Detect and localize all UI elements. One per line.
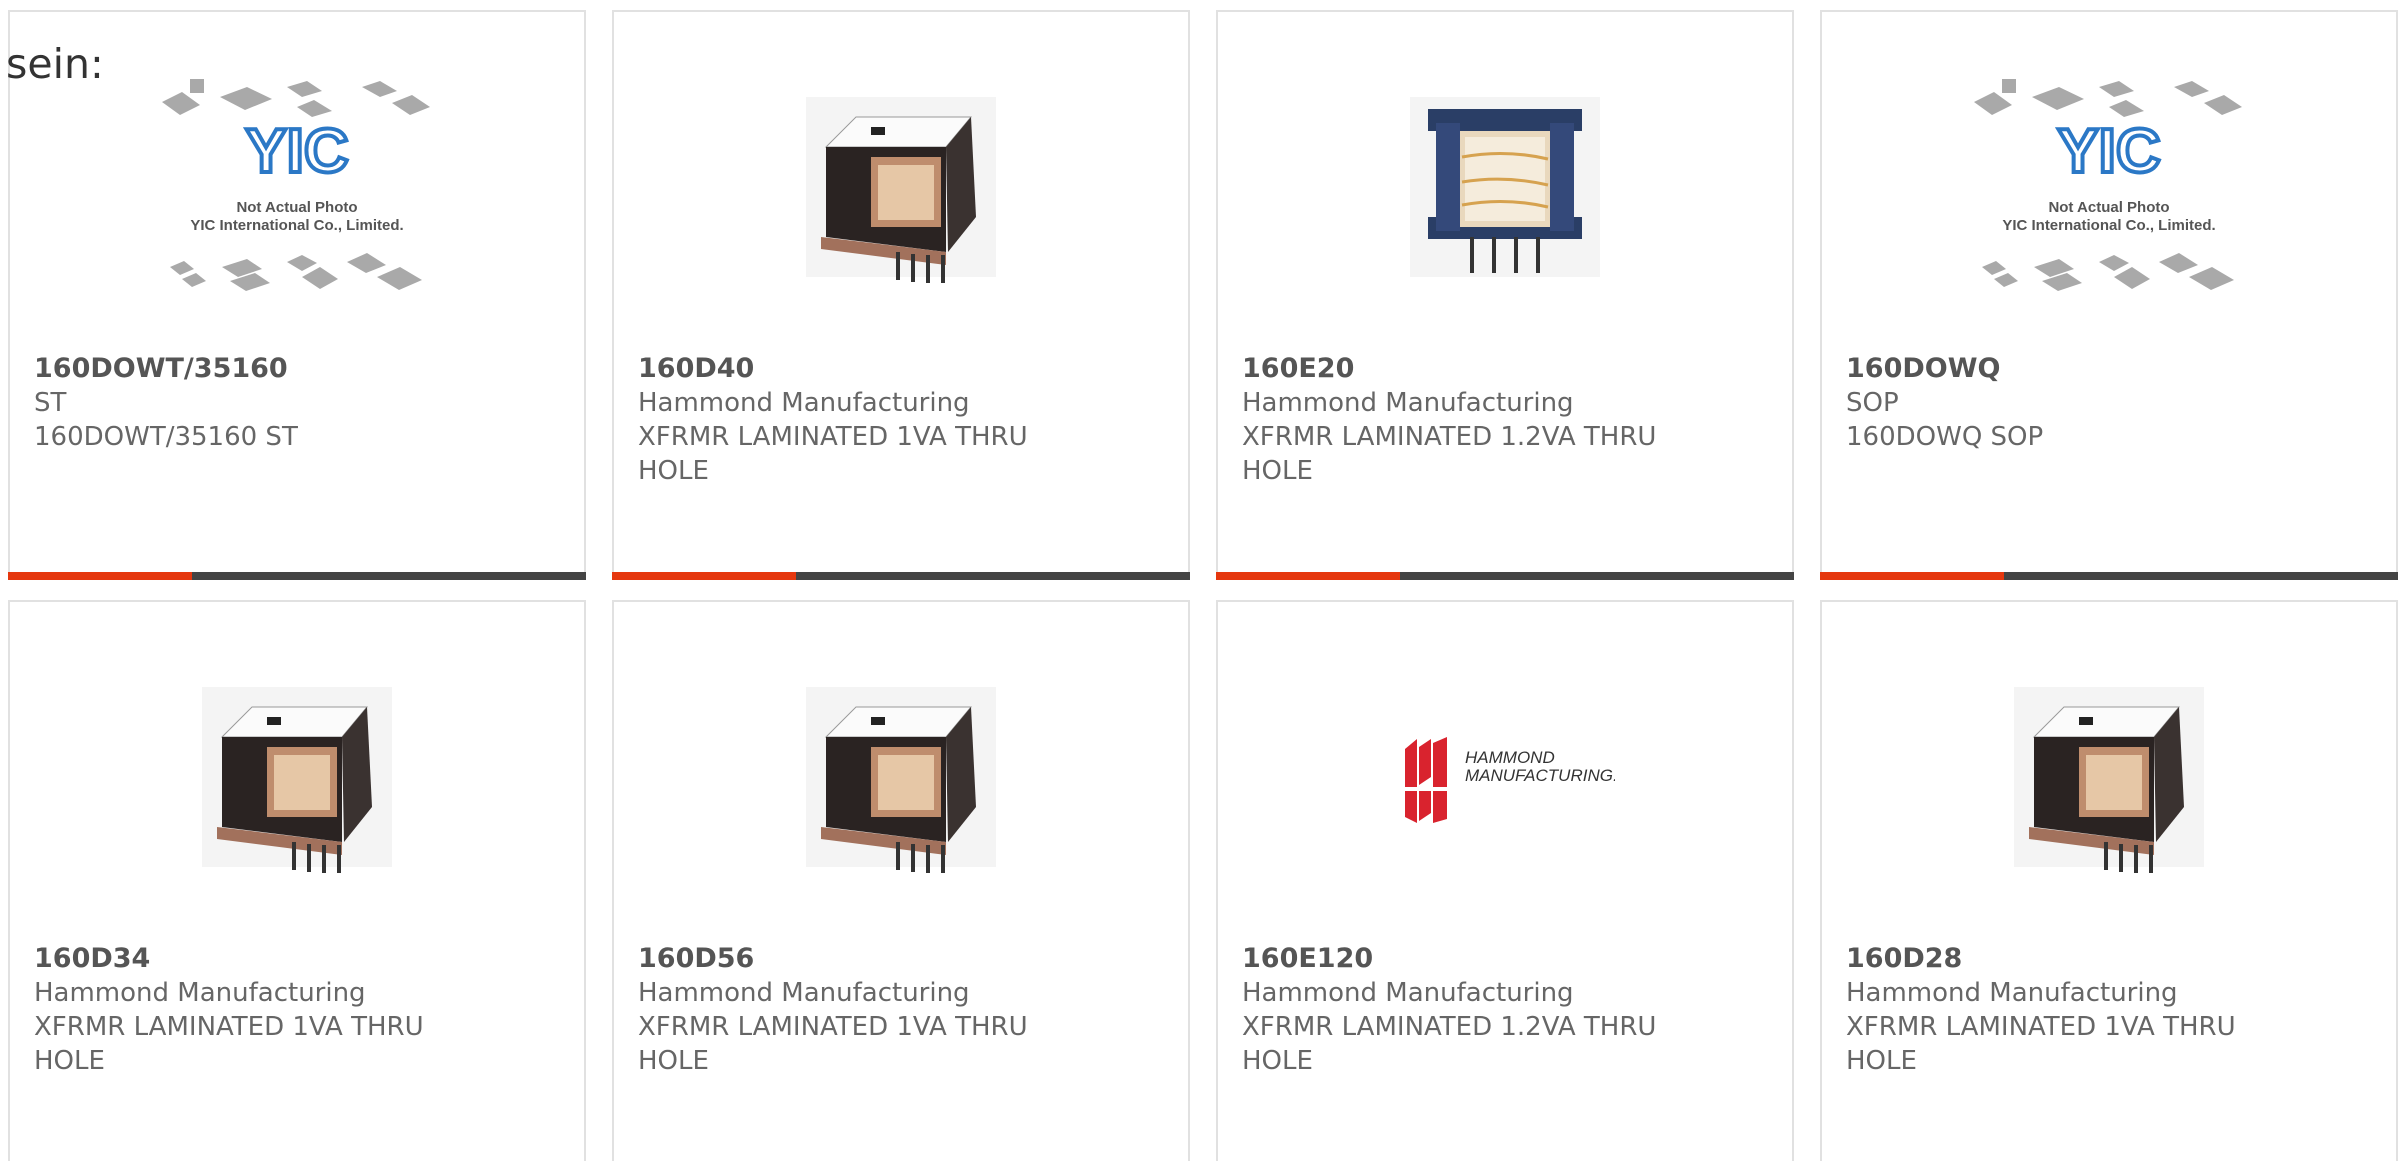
description: XFRMR LAMINATED 1VA THRU HOLE [1846,1012,2236,1076]
transformer-photo-icon [806,97,996,283]
product-card[interactable]: 160E20 Hammond Manufacturing XFRMR LAMIN… [1216,10,1794,580]
svg-text:YIC: YIC [245,117,348,186]
description: 160DOWQ SOP [1846,422,2044,452]
product-info: 160D40 Hammond Manufacturing XFRMR LAMIN… [638,352,1164,488]
product-card[interactable]: 160D28 Hammond Manufacturing XFRMR LAMIN… [1820,600,2398,1161]
manufacturer: Hammond Manufacturing [1242,978,1574,1008]
part-number[interactable]: 160DOWT/35160 [34,352,560,386]
transformer-photo-icon [1410,97,1600,277]
product-card[interactable]: YIC Not Actual Photo YIC International C… [8,10,586,580]
transformer-photo-icon [806,687,996,873]
card-accent-bar [612,572,1190,580]
product-info: 160E120 Hammond Manufacturing XFRMR LAMI… [1242,942,1768,1078]
product-card[interactable]: 160D56 Hammond Manufacturing XFRMR LAMIN… [612,600,1190,1161]
transformer-photo-icon [2014,687,2204,873]
svg-text:MANUFACTURING.: MANUFACTURING. [1465,766,1615,785]
part-number[interactable]: 160E20 [1242,352,1768,386]
part-number[interactable]: 160D40 [638,352,1164,386]
manufacturer: Hammond Manufacturing [1242,388,1574,418]
product-image[interactable] [1218,82,1792,292]
card-accent-bar [1216,572,1794,580]
transformer-photo-icon [202,687,392,873]
product-info: 160D28 Hammond Manufacturing XFRMR LAMIN… [1846,942,2372,1078]
product-info: 160D34 Hammond Manufacturing XFRMR LAMIN… [34,942,560,1078]
svg-text:YIC International Co., Limited: YIC International Co., Limited. [2002,217,2215,234]
manufacturer: SOP [1846,388,1899,418]
manufacturer: ST [34,388,67,418]
description: XFRMR LAMINATED 1.2VA THRU HOLE [1242,1012,1657,1076]
product-card[interactable]: 160D40 Hammond Manufacturing XFRMR LAMIN… [612,10,1190,580]
part-number[interactable]: 160D34 [34,942,560,976]
placeholder-photo-icon: YIC Not Actual Photo YIC International C… [162,79,430,291]
part-number[interactable]: 160D56 [638,942,1164,976]
product-card[interactable]: HAMMOND MANUFACTURING. 160E120 Hammond M… [1216,600,1794,1161]
manufacturer: Hammond Manufacturing [34,978,366,1008]
svg-text:Not Actual Photo: Not Actual Photo [2048,199,2169,216]
product-image[interactable] [1822,672,2396,882]
description: XFRMR LAMINATED 1VA THRU HOLE [638,422,1028,486]
product-image[interactable] [614,82,1188,292]
page: sein: YIC Not Actual Photo YIC Internati… [0,0,2400,1161]
description: XFRMR LAMINATED 1VA THRU HOLE [34,1012,424,1076]
manufacturer: Hammond Manufacturing [1846,978,2178,1008]
product-image[interactable] [614,672,1188,882]
part-number[interactable]: 160E120 [1242,942,1768,976]
product-card[interactable]: 160D34 Hammond Manufacturing XFRMR LAMIN… [8,600,586,1161]
description: 160DOWT/35160 ST [34,422,298,452]
part-number[interactable]: 160D28 [1846,942,2372,976]
product-image[interactable]: HAMMOND MANUFACTURING. [1218,672,1792,882]
manufacturer: Hammond Manufacturing [638,978,970,1008]
product-grid: YIC Not Actual Photo YIC International C… [8,10,2400,1161]
description: XFRMR LAMINATED 1VA THRU HOLE [638,1012,1028,1076]
product-card[interactable]: YIC Not Actual Photo YIC International C… [1820,10,2398,580]
section-heading: sein: [6,40,104,88]
product-info: 160DOWQ SOP 160DOWQ SOP [1846,352,2372,454]
part-number[interactable]: 160DOWQ [1846,352,2372,386]
placeholder-photo-icon: YIC Not Actual Photo YIC International C… [1974,79,2242,291]
svg-text:Not Actual Photo: Not Actual Photo [236,199,357,216]
card-accent-bar [8,572,586,580]
product-image[interactable]: YIC Not Actual Photo YIC International C… [1822,79,2396,292]
card-accent-bar [1820,572,2398,580]
svg-text:HAMMOND: HAMMOND [1465,748,1555,767]
svg-text:YIC: YIC [2057,117,2160,186]
hammond-logo-icon: HAMMOND MANUFACTURING. [1405,737,1615,823]
product-info: 160E20 Hammond Manufacturing XFRMR LAMIN… [1242,352,1768,488]
manufacturer: Hammond Manufacturing [638,388,970,418]
product-image[interactable]: YIC Not Actual Photo YIC International C… [10,79,584,292]
product-image[interactable] [10,672,584,882]
product-info: 160DOWT/35160 ST 160DOWT/35160 ST [34,352,560,454]
description: XFRMR LAMINATED 1.2VA THRU HOLE [1242,422,1657,486]
svg-text:YIC International Co., Limited: YIC International Co., Limited. [190,217,403,234]
product-info: 160D56 Hammond Manufacturing XFRMR LAMIN… [638,942,1164,1078]
